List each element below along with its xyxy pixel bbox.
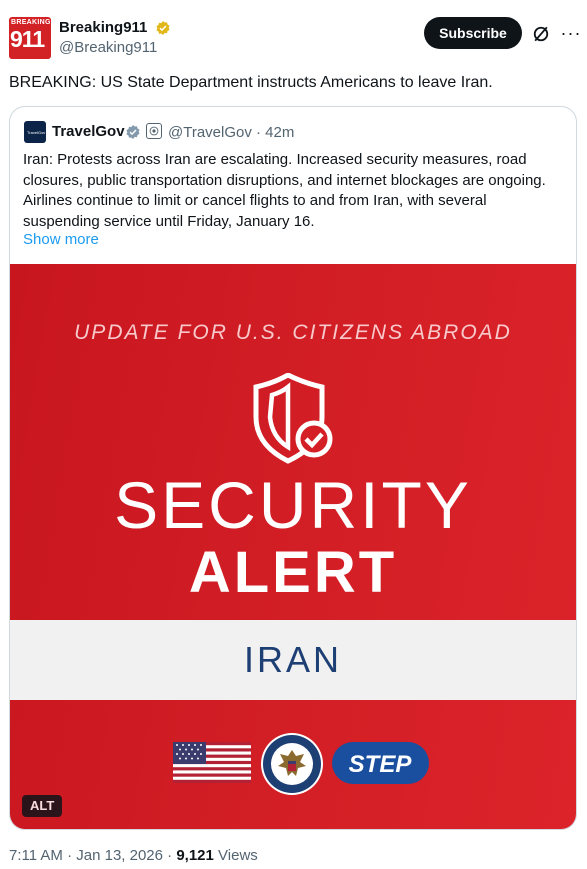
country-band: IRAN	[10, 620, 576, 700]
quote-handle-time[interactable]: @TravelGov · 42m	[168, 124, 294, 141]
shield-check-icon	[253, 373, 333, 464]
country-name: IRAN	[243, 639, 342, 680]
blue-verified-icon	[126, 125, 140, 139]
view-count: 9,121	[176, 847, 214, 864]
author-name[interactable]: Breaking911	[59, 19, 147, 36]
security-title: SECURITY	[114, 468, 472, 542]
subscribe-button[interactable]: Subscribe	[424, 17, 522, 49]
state-department-seal-icon	[261, 733, 323, 795]
quoted-tweet[interactable]: TravelGov TravelGov @TravelGov · 42m Ira…	[9, 106, 577, 830]
us-flag-icon	[173, 742, 251, 783]
step-logo-text: STEP	[349, 751, 413, 778]
more-options-icon[interactable]: ···	[560, 23, 582, 45]
author-avatar[interactable]: BREAKING 911	[9, 17, 51, 59]
avatar-text-top: BREAKING	[11, 19, 51, 26]
tweet-text: BREAKING: US State Department instructs …	[9, 74, 493, 91]
show-more-link[interactable]: Show more	[23, 231, 99, 248]
security-alert-image[interactable]: UPDATE FOR U.S. CITIZENS ABROAD SECURITY…	[10, 264, 576, 829]
grok-icon[interactable]	[531, 24, 551, 44]
alert-title: ALERT	[188, 540, 398, 605]
tweet-timestamp[interactable]: 7:11 AM · Jan 13, 2026 ·	[9, 847, 176, 864]
views-label: Views	[213, 847, 258, 864]
tweet-meta: 7:11 AM · Jan 13, 2026 · 9,121 Views	[9, 847, 258, 864]
gold-verified-icon	[156, 21, 170, 35]
alt-text-badge[interactable]: ALT	[22, 795, 63, 817]
government-seal-icon	[146, 123, 162, 139]
update-heading: UPDATE FOR U.S. CITIZENS ABROAD	[74, 321, 512, 344]
step-logo: STEP	[332, 742, 429, 784]
author-handle[interactable]: @Breaking911	[59, 39, 157, 56]
tweet-header: BREAKING 911 Breaking911 @Breaking911 Su…	[9, 17, 582, 61]
quote-avatar[interactable]: TravelGov	[24, 121, 46, 143]
quote-text: Iran: Protests across Iran are escalatin…	[23, 151, 546, 230]
quote-author-name[interactable]: TravelGov	[52, 123, 125, 140]
avatar-text-main: 911	[10, 26, 45, 52]
quote-avatar-text: TravelGov	[27, 130, 46, 135]
